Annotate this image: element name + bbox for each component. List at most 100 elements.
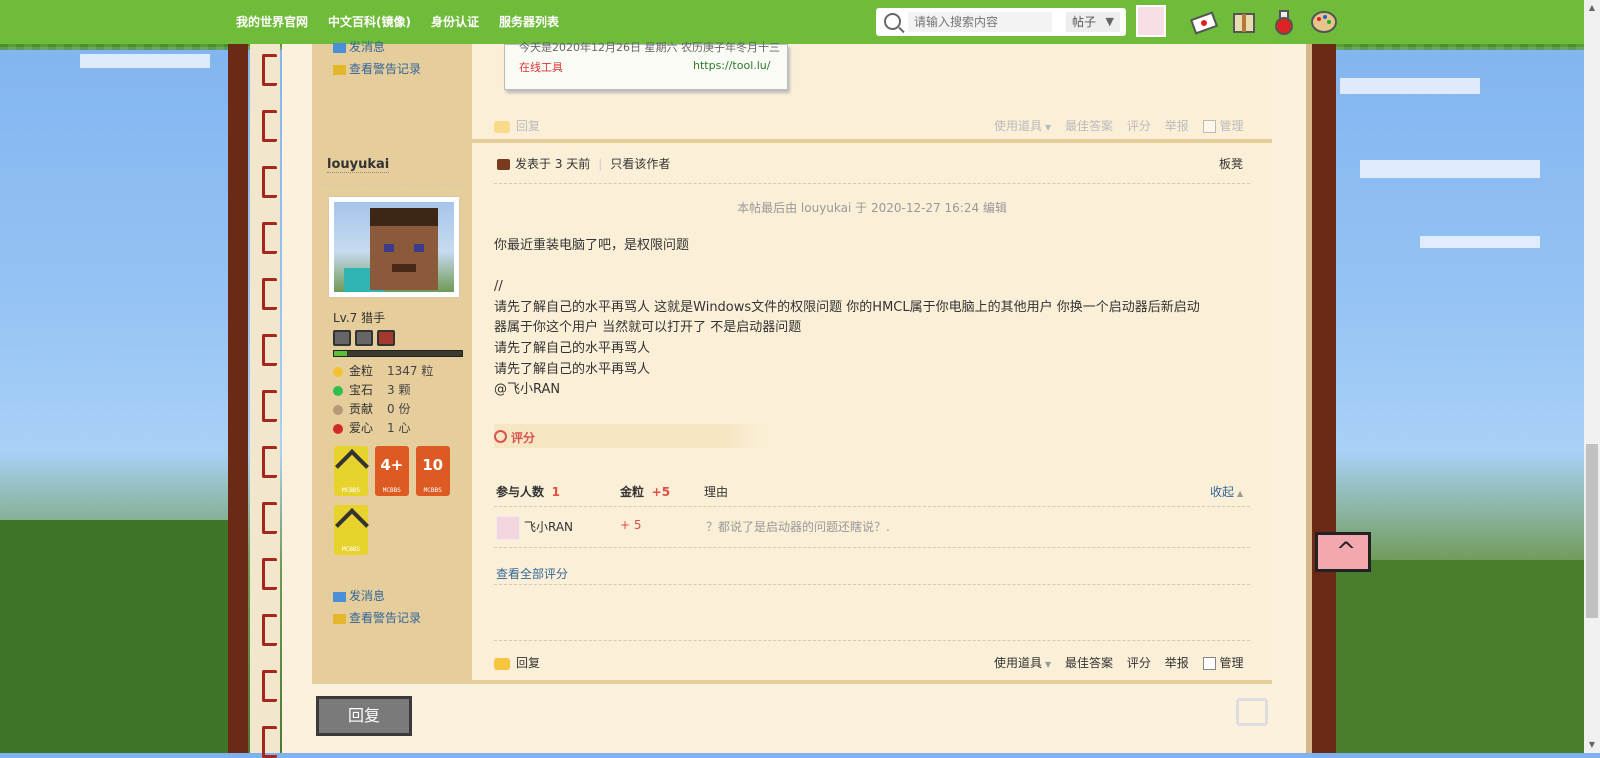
envelope-icon <box>333 42 346 53</box>
nav-links: 我的世界官网 中文百科(镜像) 身份认证 服务器列表 <box>236 13 559 30</box>
prev-reply-label: 回复 <box>516 119 541 133</box>
rating-gold-total: 金粒 +5 <box>620 483 670 500</box>
reply-icon <box>494 120 510 133</box>
code-url[interactable]: https://tool.lu/ <box>693 59 771 72</box>
rating-divider <box>494 506 1250 507</box>
use-item-button[interactable]: 使用道具 <box>994 656 1042 670</box>
minecart-icon <box>333 330 351 346</box>
stat-key: 金粒 <box>349 364 374 378</box>
right-wood-border <box>1306 44 1326 753</box>
search-type-label: 帖子 <box>1072 15 1097 29</box>
rater-name[interactable]: 飞小RAN <box>524 518 573 535</box>
rater-avatar[interactable] <box>496 516 520 540</box>
search-type-select[interactable]: 帖子 ▼ <box>1066 12 1120 32</box>
reply-label: 回复 <box>516 656 541 670</box>
cloud <box>1360 160 1540 178</box>
mail-icon[interactable] <box>1190 8 1218 36</box>
prev-send-message-link[interactable]: 发消息 <box>333 38 385 55</box>
level-medals <box>333 330 399 349</box>
post-body: 你最近重装电脑了吧，是权限问题 // 请先了解自己的水平再骂人 这就是Windows… <box>494 236 1254 401</box>
cloud <box>1340 78 1480 94</box>
code-block: 今天是2020年12月26日 星期六 农历庚子年冬月十三 在线工具 https:… <box>504 41 788 90</box>
author-only-link[interactable]: 只看该作者 <box>610 157 670 171</box>
rate-button[interactable]: 评分 <box>1127 656 1151 670</box>
left-wood-border <box>228 44 248 753</box>
author-avatar[interactable] <box>328 196 460 298</box>
view-warnings-text[interactable]: 查看警告记录 <box>349 611 421 625</box>
best-answer-button[interactable]: 最佳答案 <box>1065 656 1113 670</box>
post-time: 发表于 3 天前 <box>515 157 591 171</box>
minecart-icon <box>377 330 395 346</box>
stat-contribution: 贡献 0 份 <box>333 400 433 419</box>
post-body-line <box>494 257 1254 278</box>
nav-link-server-list[interactable]: 服务器列表 <box>499 13 559 30</box>
gold-label: 金粒 <box>620 485 645 499</box>
post-status-icon <box>497 159 510 170</box>
scrollbar[interactable]: ▲ ▼ <box>1584 0 1600 753</box>
stat-gems: 宝石 3 颗 <box>333 381 433 400</box>
view-all-ratings-link[interactable]: 查看全部评分 <box>496 565 568 582</box>
search-input[interactable] <box>908 12 1052 32</box>
warning-card-icon <box>333 64 346 75</box>
rater-gold: + 5 <box>620 518 642 532</box>
scroll-down-icon[interactable]: ▼ <box>1584 737 1600 753</box>
right-wood-edge <box>1326 44 1336 753</box>
prev-view-warnings-text[interactable]: 查看警告记录 <box>349 62 421 76</box>
user-avatar[interactable] <box>1136 5 1166 37</box>
nav-link-official-site[interactable]: 我的世界官网 <box>236 13 308 30</box>
rating-collapse-button[interactable]: 收起 ▲ <box>1210 483 1243 500</box>
reply-button[interactable]: 回复 <box>494 654 540 671</box>
level-badge-icon[interactable]: 4+ MCBBS <box>374 446 409 496</box>
prev-use-item-button[interactable]: 使用道具 <box>994 119 1042 133</box>
search-icon[interactable] <box>884 13 901 30</box>
notification-box-icon[interactable] <box>1230 8 1258 36</box>
manage-checkbox[interactable] <box>1202 657 1216 670</box>
reply-main-button[interactable]: 回复 <box>316 696 412 736</box>
nav-link-verification[interactable]: 身份认证 <box>431 13 479 30</box>
rating-tab: 评分 <box>494 424 768 448</box>
potion-icon[interactable] <box>1270 8 1298 36</box>
prev-best-answer-button[interactable]: 最佳答案 <box>1065 119 1113 133</box>
stat-value: 1347 粒 <box>387 364 434 378</box>
level-badge-icon[interactable]: 10 MCBBS <box>415 446 450 496</box>
scrollbar-thumb[interactable] <box>1586 444 1598 618</box>
action-divider <box>494 640 1250 641</box>
stat-value: 0 份 <box>387 402 411 416</box>
stat-value: 3 颗 <box>387 383 411 397</box>
edit-notice: 本帖最后由 louyukai 于 2020-12-27 16:24 编辑 <box>737 201 1007 215</box>
stat-key: 爱心 <box>349 421 374 435</box>
send-message-text[interactable]: 发消息 <box>349 589 385 603</box>
pickaxe-badge-icon[interactable]: MCBBS <box>334 446 369 496</box>
floor-number[interactable]: 板凳 <box>1219 155 1243 172</box>
post-body-line: 请先了解自己的水平再骂人 这就是Windows文件的权限问题 你的HMCL属于你… <box>494 299 1200 315</box>
stat-key: 宝石 <box>349 383 374 397</box>
pickaxe-badge-icon[interactable]: MCBBS <box>334 505 369 555</box>
chevron-down-icon: ▼ <box>1045 123 1052 132</box>
back-to-top-icon[interactable] <box>1315 532 1371 572</box>
report-button[interactable]: 举报 <box>1165 656 1189 670</box>
chevron-down-icon: ▼ <box>1105 15 1114 28</box>
rating-tab-label: 评分 <box>511 431 536 445</box>
reply-icon <box>494 657 510 670</box>
prev-manage-checkbox[interactable] <box>1202 120 1216 133</box>
prev-reply-button[interactable]: 回复 <box>494 117 540 134</box>
prev-post-actions: 使用道具 ▼ 最佳答案 评分 举报 管理 <box>994 117 1244 134</box>
avatar-image <box>334 202 454 292</box>
prev-send-message-text[interactable]: 发消息 <box>349 40 385 54</box>
rating-divider <box>494 584 1250 585</box>
scroll-up-icon[interactable]: ▲ <box>1584 0 1600 16</box>
author-username[interactable]: louyukai <box>327 157 390 173</box>
prev-view-warnings-link[interactable]: 查看警告记录 <box>333 60 421 77</box>
send-message-link[interactable]: 发消息 <box>333 587 385 604</box>
nav-link-wiki[interactable]: 中文百科(镜像) <box>328 13 411 30</box>
rater-reason: ？都说了是启动器的问题还瞎说？. <box>706 520 890 534</box>
view-warnings-link[interactable]: 查看警告记录 <box>333 609 421 626</box>
prev-rate-button[interactable]: 评分 <box>1127 119 1151 133</box>
code-line: 今天是2020年12月26日 星期六 农历庚子年冬月十三 <box>519 41 780 54</box>
rss-icon[interactable] <box>1236 698 1268 726</box>
prev-report-button[interactable]: 举报 <box>1165 119 1189 133</box>
experience-fill <box>334 351 347 356</box>
rating-circle-icon <box>494 430 507 443</box>
palette-icon[interactable] <box>1310 8 1338 36</box>
stat-key: 贡献 <box>349 402 374 416</box>
